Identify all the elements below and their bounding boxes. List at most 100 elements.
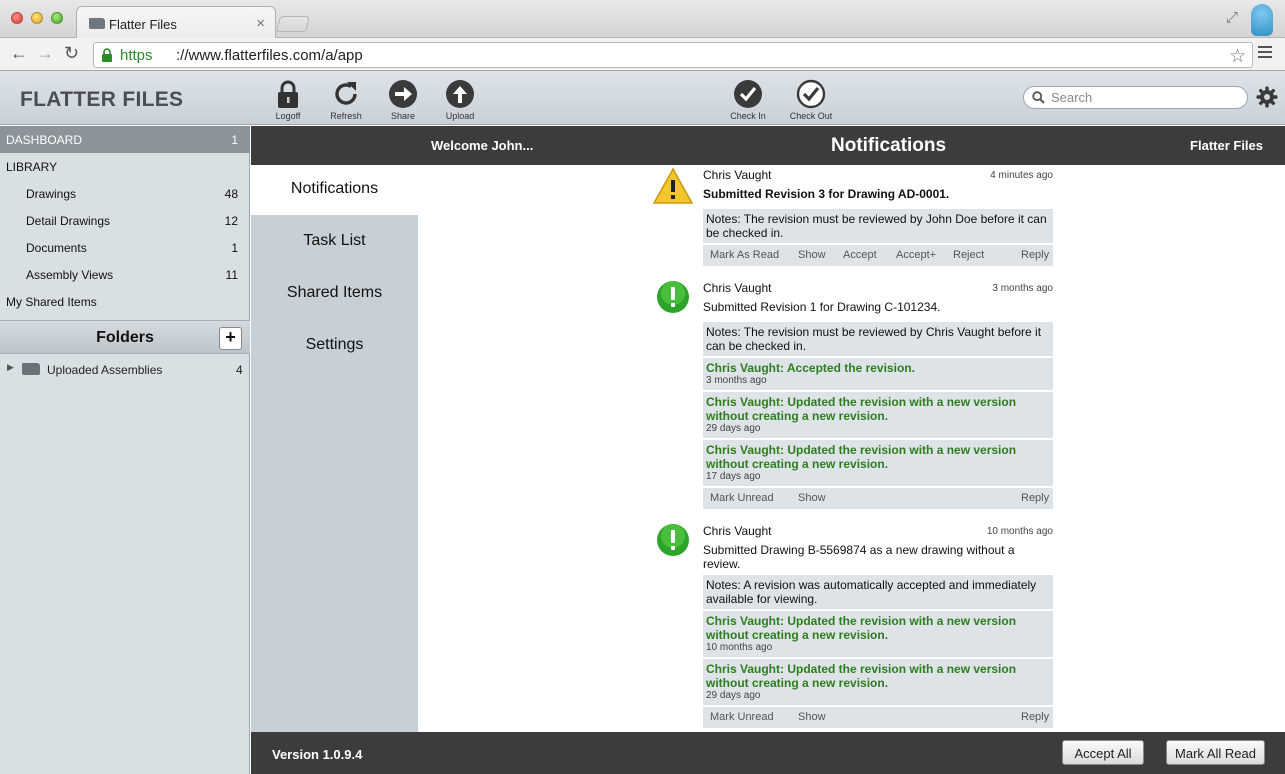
event-time: 10 months ago (706, 642, 773, 653)
sidebar-item-label: Detail Drawings (26, 214, 111, 228)
close-tab-icon[interactable]: × (256, 15, 265, 32)
browser-menu-icon[interactable] (1258, 46, 1272, 61)
reload-icon[interactable]: ↻ (64, 43, 79, 64)
reply-link[interactable]: Reply (1021, 249, 1049, 261)
welcome-text: Welcome John... (431, 138, 534, 153)
zoom-window-button[interactable] (51, 12, 63, 24)
show-link[interactable]: Show (798, 249, 826, 261)
mark-unread-link[interactable]: Mark Unread (710, 711, 774, 723)
fullscreen-icon[interactable]: ⤢ (1226, 9, 1238, 26)
sidebar-item-count: 1 (231, 241, 238, 255)
bookmark-star-icon[interactable]: ☆ (1229, 45, 1246, 68)
sidebar-item-label: Assembly Views (26, 268, 114, 282)
warning-icon (653, 167, 693, 204)
show-link[interactable]: Show (798, 492, 826, 504)
accept-link[interactable]: Accept (843, 249, 877, 261)
app-brand: FLATTER FILES (20, 88, 184, 111)
browser-tab[interactable]: Flatter Files × (76, 6, 276, 39)
accept-plus-link[interactable]: Accept+ (896, 249, 936, 261)
sidebar-item-count: 11 (225, 268, 238, 282)
mark-all-read-button[interactable]: Mark All Read (1166, 740, 1265, 765)
check-in-button[interactable]: Check In (720, 79, 776, 121)
page-title: Notifications (831, 135, 947, 156)
sidebar-item-library[interactable]: LIBRARY (0, 153, 250, 180)
logoff-button[interactable]: Logoff (260, 79, 316, 121)
notification-text: Submitted Revision 1 for Drawing C-10123… (703, 300, 941, 314)
folders-title: Folders (96, 329, 154, 346)
check-icon (657, 524, 689, 556)
accept-all-button[interactable]: Accept All (1062, 740, 1144, 765)
refresh-label: Refresh (330, 111, 362, 121)
folder-icon (89, 18, 105, 29)
sidebar-item-count: 48 (224, 187, 238, 201)
notification-note: Notes: A revision was automatically acce… (703, 575, 1053, 609)
notification-note: Notes: The revision must be reviewed by … (703, 322, 1053, 356)
arrow-right-circle-icon (389, 80, 417, 108)
notification-event: Chris Vaught: Updated the revision with … (703, 611, 1053, 657)
sidebar-item-drawings[interactable]: Drawings 48 (0, 180, 250, 207)
check-out-button[interactable]: Check Out (783, 79, 839, 121)
event-text: Chris Vaught: Updated the revision with … (706, 614, 1017, 642)
expand-triangle-icon[interactable]: ▶ (7, 362, 14, 373)
profile-icon[interactable] (1251, 4, 1273, 36)
tab-title: Flatter Files (109, 17, 177, 32)
mark-unread-link[interactable]: Mark Unread (710, 492, 774, 504)
notification-actions: Mark As Read Show Accept Accept+ Reject … (703, 245, 1053, 266)
event-text: Chris Vaught: Updated the revision with … (706, 443, 1017, 471)
address-bar[interactable]: https ://www.flatterfiles.com/a/app ☆ (93, 42, 1253, 68)
sidebar-item-assembly-views[interactable]: Assembly Views 11 (0, 261, 250, 288)
tab-notifications[interactable]: Notifications (251, 165, 418, 215)
add-folder-button[interactable]: + (219, 327, 242, 350)
tab-task-list[interactable]: Task List (251, 217, 418, 267)
lock-icon (102, 48, 112, 62)
folder-count: 4 (236, 363, 243, 377)
sidebar-item-my-shared-items[interactable]: My Shared Items (0, 288, 250, 315)
notification-event: Chris Vaught: Updated the revision with … (703, 392, 1053, 438)
search-box (1023, 86, 1248, 109)
upload-button[interactable]: Upload (432, 79, 488, 121)
folder-row[interactable]: ▶ Uploaded Assemblies 4 (0, 358, 250, 380)
reply-link[interactable]: Reply (1021, 711, 1049, 723)
reject-link[interactable]: Reject (953, 249, 984, 261)
check-in-label: Check In (730, 111, 766, 121)
sidebar-item-documents[interactable]: Documents 1 (0, 234, 250, 261)
reply-link[interactable]: Reply (1021, 492, 1049, 504)
notification-time: 3 months ago (992, 283, 1053, 294)
close-window-button[interactable] (11, 12, 23, 24)
settings-gear-icon[interactable] (1256, 86, 1278, 108)
sidebar: DASHBOARD 1 LIBRARY Drawings 48 Detail D… (0, 126, 250, 774)
folder-label: Uploaded Assemblies (47, 363, 163, 377)
notification-time: 10 months ago (986, 526, 1053, 537)
browser-tab-bar: Flatter Files × ⤢ (0, 0, 1285, 39)
notification-actions: Mark Unread Show Reply (703, 707, 1053, 728)
sidebar-item-label: DASHBOARD (6, 133, 83, 147)
main-header: Welcome John... Notifications Flatter Fi… (251, 126, 1285, 165)
new-tab-button[interactable] (276, 16, 310, 32)
tab-settings[interactable]: Settings (251, 321, 418, 371)
checkmark-outline-icon (796, 79, 826, 109)
upload-label: Upload (445, 111, 475, 121)
event-text: Chris Vaught: Accepted the revision. (706, 361, 915, 375)
folders-header: Folders + (0, 320, 250, 354)
forward-icon[interactable]: → (36, 43, 54, 64)
padlock-icon (278, 80, 298, 108)
refresh-button[interactable]: Refresh (318, 79, 374, 121)
sidebar-item-dashboard[interactable]: DASHBOARD 1 (0, 126, 250, 153)
sidebar-item-detail-drawings[interactable]: Detail Drawings 12 (0, 207, 250, 234)
mark-as-read-link[interactable]: Mark As Read (710, 249, 779, 261)
sidebar-item-count: 12 (224, 214, 238, 228)
notification-text: Submitted Drawing B-5569874 as a new dra… (703, 543, 1015, 571)
app-toolbar: FLATTER FILES Logoff Refresh Share Uploa… (0, 71, 1285, 125)
sidebar-item-count: 1 (231, 133, 238, 147)
notification-event: Chris Vaught: Accepted the revision. 3 m… (703, 358, 1053, 390)
share-button[interactable]: Share (375, 79, 431, 121)
search-input[interactable] (1051, 89, 1241, 106)
minimize-window-button[interactable] (31, 12, 43, 24)
show-link[interactable]: Show (798, 711, 826, 723)
tab-shared-items[interactable]: Shared Items (251, 269, 418, 319)
notification-event: Chris Vaught: Updated the revision with … (703, 440, 1053, 486)
notification-author: Chris Vaught (703, 168, 772, 182)
back-icon[interactable]: ← (10, 43, 28, 64)
notification-actions: Mark Unread Show Reply (703, 488, 1053, 509)
event-text: Chris Vaught: Updated the revision with … (706, 395, 1017, 423)
